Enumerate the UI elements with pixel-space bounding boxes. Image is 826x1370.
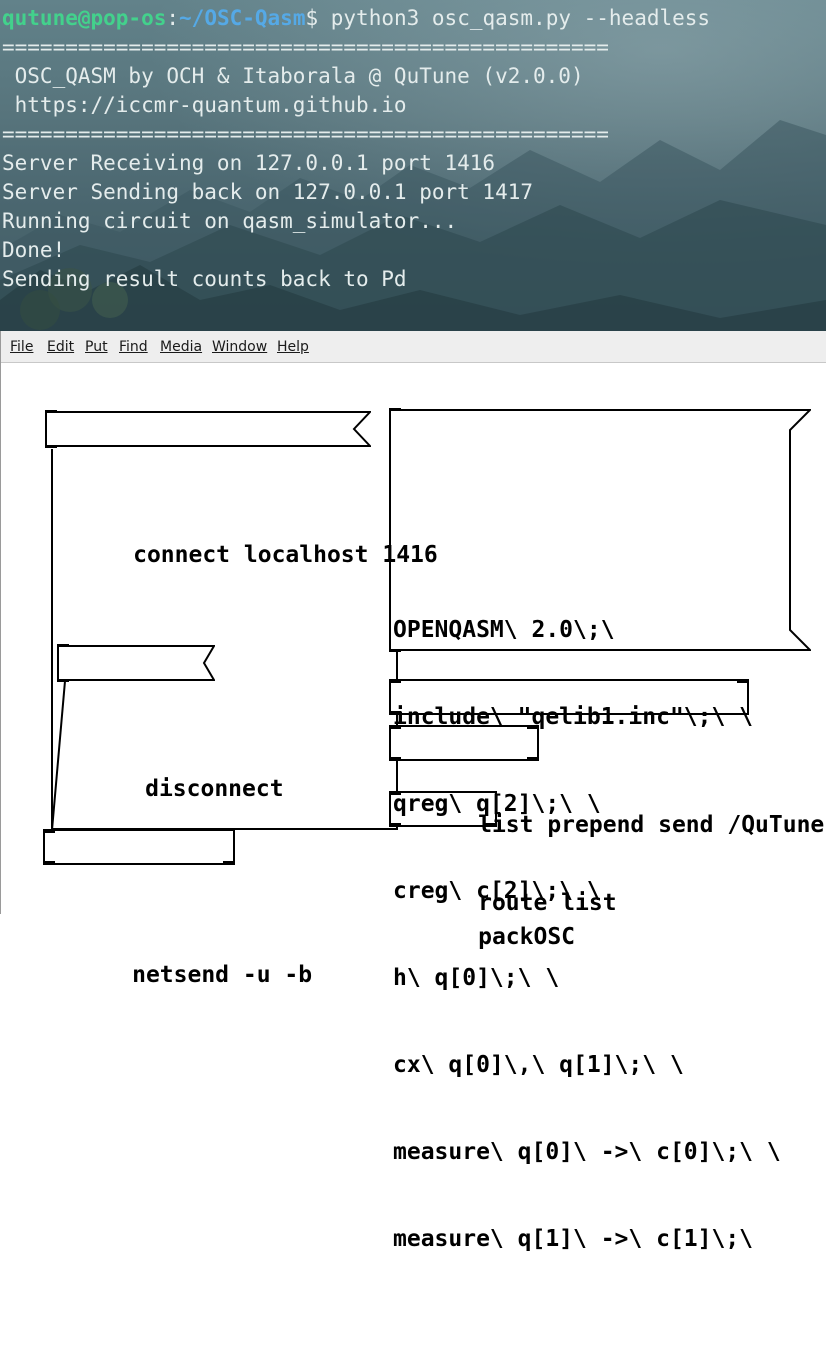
outlet[interactable]	[389, 823, 401, 826]
menu-edit-label: Edit	[47, 339, 75, 355]
outlet[interactable]	[43, 861, 55, 864]
menu-file-label: File	[10, 339, 34, 355]
menu-find-label: Find	[119, 339, 148, 355]
qasm-line: OPENQASM\ 2.0\;\	[393, 617, 615, 643]
packosc-label: packOSC	[478, 924, 576, 950]
menu-file[interactable]: File	[10, 339, 33, 355]
inlet[interactable]	[737, 680, 749, 683]
menu-put-label: Put	[85, 339, 108, 355]
terminal-output-line: Server Sending back on 127.0.0.1 port 14…	[2, 180, 534, 204]
list-prepend-label: list prepend send /QuTune	[478, 812, 825, 838]
message-frame	[45, 411, 371, 447]
menu-edit[interactable]: Edit	[47, 339, 74, 355]
qasm-line: h\ q[0]\;\ \	[393, 965, 560, 991]
packosc-object[interactable]: packOSC	[389, 791, 575, 950]
connect-message[interactable]: connect localhost 1416	[45, 410, 438, 568]
inlet[interactable]	[45, 410, 57, 413]
outlet[interactable]	[485, 823, 497, 826]
terminal-output-line: Done!	[2, 238, 66, 262]
inlet[interactable]	[389, 792, 401, 795]
menu-find[interactable]: Find	[119, 339, 148, 355]
netsend-object[interactable]: netsend -u -b	[43, 829, 312, 988]
outlet[interactable]	[223, 861, 235, 864]
inlet[interactable]	[43, 830, 55, 833]
outlet[interactable]	[389, 757, 401, 760]
terminal-output-line: ========================================…	[2, 122, 609, 146]
inlet[interactable]	[389, 726, 401, 729]
menu-put[interactable]: Put	[85, 339, 108, 355]
pd-patch-window: File Edit Put Find Media Window Help con…	[0, 331, 826, 1252]
menu-window[interactable]: Window	[212, 339, 267, 355]
menu-help-label: Help	[277, 339, 309, 355]
terminal-output-line: https://iccmr-quantum.github.io	[2, 93, 407, 117]
list-prepend-object[interactable]: list prepend send /QuTune	[389, 679, 824, 838]
inlet[interactable]	[389, 408, 401, 411]
qasm-line: cx\ q[0]\,\ q[1]\;\ \	[393, 1052, 684, 1078]
qasm-code-message[interactable]: OPENQASM\ 2.0\;\ include\ "qelib1.inc"\;…	[389, 408, 811, 1252]
prompt-separator: :	[166, 6, 180, 30]
menu-media-label: Media	[160, 339, 203, 355]
route-list-object[interactable]: route list	[389, 725, 617, 916]
terminal-output-line: ========================================…	[2, 35, 609, 59]
outlet[interactable]	[45, 445, 57, 448]
patch-canvas[interactable]: connect localhost 1416 disconnect OPENQA…	[1, 363, 826, 1252]
menu-help[interactable]: Help	[277, 339, 309, 355]
terminal-window[interactable]: qutune@pop-os:~/OSC-Qasm$ python3 osc_qa…	[0, 0, 826, 331]
menu-window-label: Window	[212, 339, 268, 355]
prompt-user: qutune@pop-os	[2, 6, 167, 30]
prompt-path: ~/OSC-Qasm	[179, 6, 306, 30]
inlet[interactable]	[527, 726, 539, 729]
qasm-line: measure\ q[1]\ ->\ c[1]\;\	[393, 1226, 754, 1252]
outlet[interactable]	[527, 757, 539, 760]
outlet[interactable]	[389, 711, 401, 714]
terminal-output-line: Server Receiving on 127.0.0.1 port 1416	[2, 151, 496, 175]
outlet[interactable]	[57, 679, 69, 682]
prompt-symbol: $	[305, 6, 319, 30]
terminal-output-line: OSC_QASM by OCH & Itaborala @ QuTune (v2…	[2, 64, 584, 88]
inlet[interactable]	[389, 680, 401, 683]
terminal-output-line: Sending result counts back to Pd	[2, 267, 407, 291]
disconnect-message-label: disconnect	[145, 776, 284, 802]
qasm-line: measure\ q[0]\ ->\ c[0]\;\ \	[393, 1139, 781, 1165]
inlet[interactable]	[57, 644, 69, 647]
netsend-label: netsend -u -b	[132, 962, 313, 988]
message-frame	[57, 645, 215, 681]
menu-bar: File Edit Put Find Media Window Help	[1, 331, 826, 363]
terminal-prompt-line: qutune@pop-os:~/OSC-Qasm$ python3 osc_qa…	[2, 4, 710, 33]
route-list-label: route list	[478, 890, 617, 916]
menu-media[interactable]: Media	[160, 339, 202, 355]
terminal-command: python3 osc_qasm.py --headless	[318, 6, 711, 30]
terminal-output-line: Running circuit on qasm_simulator...	[2, 209, 458, 233]
disconnect-message[interactable]: disconnect	[57, 644, 284, 802]
